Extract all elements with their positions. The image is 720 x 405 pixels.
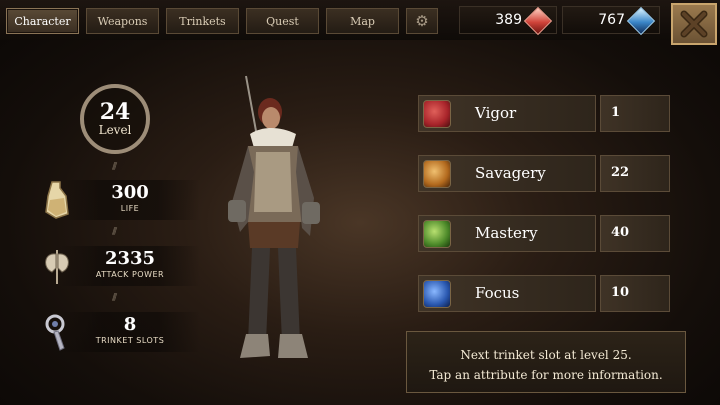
attack-power-value: 2335 [104,248,156,269]
savagery-icon [423,160,451,188]
attribute-name: Vigor [475,104,517,122]
stat-trinket-slots: 8 TRINKET SLOTS [40,312,200,352]
settings-button[interactable]: ⚙ [406,8,438,34]
blue-gem-icon [626,6,656,36]
attribute-mastery[interactable]: Mastery 40 [418,215,670,252]
attribute-value: 10 [611,285,630,300]
attribute-focus[interactable]: Focus 10 [418,275,670,312]
blue-gem-count: 767 [598,12,625,28]
trinket-slots-value: 8 [123,314,137,335]
life-value: 300 [111,182,149,203]
close-button[interactable] [671,3,717,45]
attack-power-label: ATTACK POWER [95,270,165,279]
info-box: Next trinket slot at level 25. Tap an at… [406,331,686,393]
divider-chevron: /// [112,293,117,303]
level-badge: 24 Level [80,84,150,154]
character-model[interactable] [218,72,330,372]
red-gem-icon [523,6,553,36]
tab-character[interactable]: Character [6,8,79,34]
attribute-value: 40 [611,225,630,240]
trinket-slots-label: TRINKET SLOTS [95,336,165,345]
divider-chevron: /// [112,227,117,237]
tab-map[interactable]: Map [326,8,399,34]
flask-icon [45,181,69,219]
stat-life: 300 LIFE [40,180,200,220]
attribute-savagery[interactable]: Savagery 22 [418,155,670,192]
info-line-1: Next trinket slot at level 25. [460,348,632,362]
life-label: LIFE [120,204,140,213]
axe-icon [45,250,69,284]
level-label: Level [98,123,132,137]
attribute-value: 1 [611,105,621,120]
attribute-vigor[interactable]: Vigor 1 [418,95,670,132]
info-line-2: Tap an attribute for more information. [429,368,663,382]
close-icon [680,10,708,38]
red-gem-count: 389 [495,12,522,28]
attribute-name: Savagery [475,164,546,182]
gear-icon: ⚙ [415,12,429,30]
stat-attack-power: 2335 ATTACK POWER [40,246,200,286]
vigor-icon [423,100,451,128]
attribute-name: Focus [475,284,520,302]
level-value: 24 [99,99,131,125]
divider-chevron: /// [112,162,117,172]
mastery-icon [423,220,451,248]
attribute-name: Mastery [475,224,538,242]
top-bar: Character Weapons Trinkets Quest Map ⚙ 3… [0,0,720,45]
focus-icon [423,280,451,308]
tab-quest[interactable]: Quest [246,8,319,34]
tab-weapons[interactable]: Weapons [86,8,159,34]
red-gem-counter: 389 [459,6,557,36]
trinket-icon [45,314,65,351]
tab-trinkets[interactable]: Trinkets [166,8,239,34]
blue-gem-counter: 767 [562,6,660,36]
attribute-value: 22 [611,165,630,180]
